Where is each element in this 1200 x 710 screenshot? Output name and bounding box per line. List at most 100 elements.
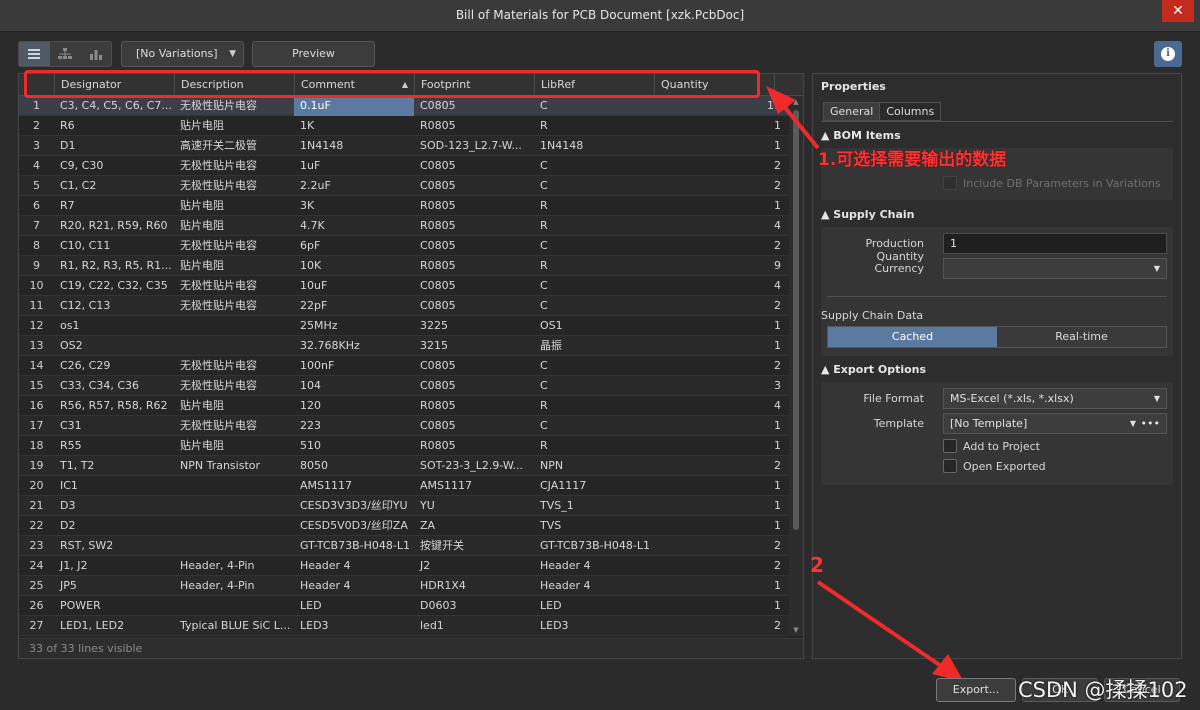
row-number[interactable]: 26 [19,596,54,616]
table-row[interactable]: 6 R7 贴片电阻 3K R0805 R 1 [19,196,789,216]
table-row[interactable]: 15 C33, C34, C36 无极性贴片电容 104 C0805 C 3 [19,376,789,396]
cell-description[interactable]: 贴片电阻 [174,436,294,456]
cell-comment[interactable]: 10K [294,256,414,276]
cell-comment[interactable]: LED [294,596,414,616]
cell-quantity[interactable]: 2 [654,356,789,376]
cell-footprint[interactable]: R0805 [414,436,534,456]
cell-libref[interactable]: C [534,416,654,436]
section-bom-items[interactable]: ▲ BOM Items [821,129,901,142]
section-export-options[interactable]: ▲ Export Options [821,363,926,376]
cell-designator[interactable]: R1, R2, R3, R5, R1... [54,256,174,276]
cell-comment[interactable]: 3K [294,196,414,216]
cell-libref[interactable]: R [534,256,654,276]
cell-libref[interactable]: TVS_1 [534,496,654,516]
row-number[interactable]: 5 [19,176,54,196]
cell-libref[interactable]: C [534,296,654,316]
cell-quantity[interactable]: 1 [654,576,789,596]
row-number[interactable]: 14 [19,356,54,376]
row-number[interactable]: 4 [19,156,54,176]
tree-view-icon[interactable] [50,42,81,66]
row-number[interactable]: 2 [19,116,54,136]
cell-description[interactable]: 无极性贴片电容 [174,176,294,196]
cell-designator[interactable]: POWER [54,596,174,616]
cell-description[interactable]: 无极性贴片电容 [174,276,294,296]
cell-designator[interactable]: D2 [54,516,174,536]
cell-libref[interactable]: LED3 [534,616,654,636]
table-row[interactable]: 16 R56, R57, R58, R62 贴片电阻 120 R0805 R 4 [19,396,789,416]
include-db-checkbox[interactable] [943,176,957,190]
cell-footprint[interactable]: R0805 [414,256,534,276]
row-number[interactable]: 8 [19,236,54,256]
row-number[interactable]: 10 [19,276,54,296]
cell-comment[interactable]: 32.768KHz [294,336,414,356]
cell-libref[interactable]: R [534,196,654,216]
cell-comment[interactable]: 4.7K [294,216,414,236]
cell-designator[interactable]: T1, T2 [54,456,174,476]
cell-libref[interactable]: C [534,356,654,376]
row-number[interactable]: 9 [19,256,54,276]
cell-quantity[interactable]: 11 [654,96,789,116]
vertical-scrollbar[interactable]: ▲ ▼ [789,96,803,636]
row-number[interactable]: 25 [19,576,54,596]
cell-designator[interactable]: RST, SW2 [54,536,174,556]
cell-libref[interactable]: GT-TCB73B-H048-L1 [534,536,654,556]
cell-comment[interactable]: 104 [294,376,414,396]
cell-quantity[interactable]: 1 [654,116,789,136]
cell-comment[interactable]: CESD3V3D3/丝印YU [294,496,414,516]
row-number[interactable]: 27 [19,616,54,636]
add-to-project-checkbox[interactable] [943,439,957,453]
row-number[interactable]: 15 [19,376,54,396]
cell-designator[interactable]: R6 [54,116,174,136]
table-row[interactable]: 12 os1 25MHz 3225 OS1 1 [19,316,789,336]
file-format-dropdown[interactable]: MS-Excel (*.xls, *.xlsx) ▼ [943,388,1167,409]
cell-description[interactable]: NPN Transistor [174,456,294,476]
cell-footprint[interactable]: C0805 [414,416,534,436]
cell-quantity[interactable]: 3 [654,376,789,396]
scroll-down-icon[interactable]: ▼ [789,624,803,636]
table-row[interactable]: 18 R55 贴片电阻 510 R0805 R 1 [19,436,789,456]
cell-comment[interactable]: 8050 [294,456,414,476]
cell-description[interactable]: 贴片电阻 [174,396,294,416]
table-row[interactable]: 21 D3 CESD3V3D3/丝印YU YU TVS_1 1 [19,496,789,516]
tab-general[interactable]: General [823,102,881,121]
cell-footprint[interactable]: C0805 [414,156,534,176]
cell-libref[interactable]: CJA1117 [534,476,654,496]
cell-quantity[interactable]: 2 [654,556,789,576]
cell-description[interactable]: 高速开关二极管 [174,136,294,156]
cell-footprint[interactable]: R0805 [414,116,534,136]
cell-libref[interactable]: 1N4148 [534,136,654,156]
cell-libref[interactable]: C [534,176,654,196]
cell-libref[interactable]: R [534,216,654,236]
open-exported-checkbox[interactable] [943,459,957,473]
cell-libref[interactable]: C [534,276,654,296]
cell-designator[interactable]: C31 [54,416,174,436]
cell-quantity[interactable]: 2 [654,156,789,176]
cell-comment[interactable]: 10uF [294,276,414,296]
tab-columns[interactable]: Columns [879,102,942,121]
cell-quantity[interactable]: 4 [654,216,789,236]
cell-description[interactable]: Header, 4-Pin [174,556,294,576]
cell-comment[interactable]: LED3 [294,616,414,636]
cell-quantity[interactable]: 2 [654,296,789,316]
template-more-icon[interactable]: ••• [1141,414,1160,433]
cell-comment[interactable]: 1K [294,116,414,136]
cell-comment[interactable]: AMS1117 [294,476,414,496]
scroll-up-icon[interactable]: ▲ [789,96,803,108]
cell-description[interactable] [174,536,294,556]
cell-libref[interactable]: OS1 [534,316,654,336]
cell-footprint[interactable]: C0805 [414,276,534,296]
cell-comment[interactable]: 100nF [294,356,414,376]
cell-description[interactable]: 无极性贴片电容 [174,236,294,256]
cell-footprint[interactable]: R0805 [414,196,534,216]
preview-button[interactable]: Preview [252,41,375,67]
row-number[interactable]: 23 [19,536,54,556]
cell-designator[interactable]: LED1, LED2 [54,616,174,636]
table-row[interactable]: 22 D2 CESD5V0D3/丝印ZA ZA TVS 1 [19,516,789,536]
section-supply-chain[interactable]: ▲ Supply Chain [821,208,915,221]
cell-designator[interactable]: R7 [54,196,174,216]
row-number[interactable]: 7 [19,216,54,236]
cell-comment[interactable]: 1uF [294,156,414,176]
cell-quantity[interactable]: 1 [654,336,789,356]
table-row[interactable]: 14 C26, C29 无极性贴片电容 100nF C0805 C 2 [19,356,789,376]
cell-libref[interactable]: Header 4 [534,556,654,576]
